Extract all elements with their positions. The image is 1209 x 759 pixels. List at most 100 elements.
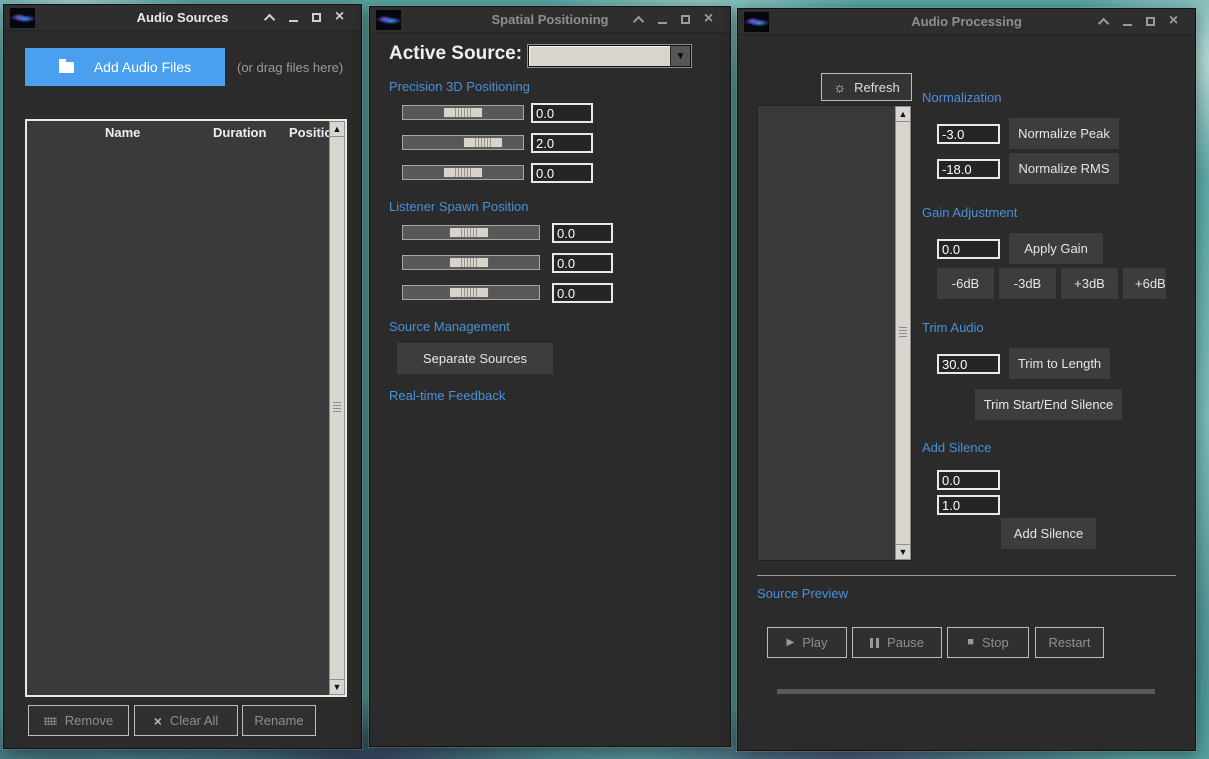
close-button[interactable]: × [328,8,351,28]
listener-x-slider[interactable] [402,225,540,240]
list-scrollbar[interactable]: ▲ ▼ [895,106,911,560]
gain-plus-3db-button[interactable]: +3dB [1061,268,1118,299]
refresh-button[interactable]: ☼ Refresh [821,73,912,101]
add-audio-files-button[interactable]: Add Audio Files [25,48,225,86]
precision-y-entry[interactable] [531,133,593,153]
minimize-button[interactable] [1116,12,1139,32]
restart-button[interactable]: Restart [1035,627,1104,658]
maximize-button[interactable] [674,10,697,30]
preview-progress-bar[interactable] [777,689,1155,694]
trim-to-length-button[interactable]: Trim to Length [1009,348,1110,379]
scrollbar-thumb[interactable] [895,122,911,544]
source-preview-label: Source Preview [757,586,848,601]
scroll-down-button[interactable]: ▼ [329,679,345,695]
normalize-peak-button[interactable]: Normalize Peak [1009,118,1119,149]
refresh-icon: ☼ [833,80,846,94]
slider-handle[interactable] [463,137,503,148]
apply-gain-button[interactable]: Apply Gain [1009,233,1103,264]
trim-audio-label: Trim Audio [922,320,984,335]
waveform-window-icon [10,8,35,28]
trim-length-entry[interactable] [937,354,1000,374]
normalize-rms-button[interactable]: Normalize RMS [1009,153,1119,184]
clear-all-button[interactable]: × Clear All [134,705,238,736]
normalization-label: Normalization [922,90,1001,105]
precision-x-slider[interactable] [402,105,524,120]
play-icon: ▶ [787,637,795,648]
close-button[interactable]: × [1162,12,1185,32]
remove-button[interactable]: Remove [28,705,129,736]
close-icon: × [704,11,713,27]
scrollbar-thumb[interactable] [329,137,345,679]
refresh-label: Refresh [854,80,900,95]
drag-hint: (or drag files here) [237,60,343,75]
scroll-up-icon: ▲ [899,110,908,119]
shade-button[interactable] [259,8,282,28]
spatial-titlebar[interactable]: Spatial Positioning × [370,7,730,33]
column-header-name[interactable]: Name [105,125,140,140]
add-silence-button[interactable]: Add Silence [1001,518,1096,549]
trim-silence-button[interactable]: Trim Start/End Silence [975,389,1122,420]
processing-titlebar[interactable]: Audio Processing × [738,9,1195,35]
scroll-up-button[interactable]: ▲ [895,106,911,122]
listener-z-slider[interactable] [402,285,540,300]
waveform-window-icon [376,10,401,30]
gain-plus-6db-button[interactable]: +6dB [1123,268,1166,299]
active-source-label: Active Source: [389,43,522,65]
column-header-duration[interactable]: Duration [213,125,266,140]
rename-button[interactable]: Rename [242,705,316,736]
slider-handle[interactable] [443,167,483,178]
scroll-up-button[interactable]: ▲ [329,121,345,137]
listener-y-entry[interactable] [552,253,613,273]
pause-button[interactable]: Pause [852,627,942,658]
audio-sources-window: Audio Sources × Add Audio Files (or drag… [3,4,362,749]
pause-icon [870,638,873,648]
minimize-button[interactable] [282,8,305,28]
listener-x-entry[interactable] [552,223,613,243]
desktop: { "icons": { "close": "×", "refresh": "☼… [0,0,1209,759]
gain-minus-6db-button[interactable]: -6dB [937,268,994,299]
separate-sources-button[interactable]: Separate Sources [397,343,553,374]
active-source-value[interactable] [529,46,670,66]
silence-duration-entry[interactable] [937,495,1000,515]
gain-minus-3db-button[interactable]: -3dB [999,268,1056,299]
scroll-down-button[interactable]: ▼ [895,544,911,560]
close-button[interactable]: × [697,10,720,30]
active-source-dropdown[interactable]: ▼ [528,45,691,67]
rms-db-entry[interactable] [937,159,1000,179]
stop-button[interactable]: ■ Stop [947,627,1029,658]
dropdown-button[interactable]: ▼ [670,46,690,66]
listener-z-entry[interactable] [552,283,613,303]
scrollbar-grip [899,327,907,338]
precision-x-entry[interactable] [531,103,593,123]
audio-sources-titlebar[interactable]: Audio Sources × [4,5,361,31]
scroll-up-icon: ▲ [333,125,342,134]
slider-handle[interactable] [449,287,489,298]
stop-icon: ■ [967,637,974,648]
precision-z-entry[interactable] [531,163,593,183]
minimize-button[interactable] [651,10,674,30]
processing-source-list[interactable]: ▲ ▼ [757,105,912,561]
remove-label: Remove [65,713,113,728]
listener-y-slider[interactable] [402,255,540,270]
shade-button[interactable] [1093,12,1116,32]
peak-db-entry[interactable] [937,124,1000,144]
slider-handle[interactable] [449,227,489,238]
gain-db-entry[interactable] [937,239,1000,259]
precision-y-slider[interactable] [402,135,524,150]
slider-handle[interactable] [443,107,483,118]
slider-handle[interactable] [449,257,489,268]
maximize-button[interactable] [305,8,328,28]
minimize-icon [658,22,667,24]
shade-button[interactable] [628,10,651,30]
section-divider [757,575,1176,576]
silence-position-entry[interactable] [937,470,1000,490]
maximize-button[interactable] [1139,12,1162,32]
list-scrollbar[interactable]: ▲ ▼ [329,121,345,695]
scroll-down-icon: ▼ [899,548,908,557]
play-button[interactable]: ▶ Play [767,627,847,658]
gain-adjustment-label: Gain Adjustment [922,205,1017,220]
close-icon: × [335,9,344,25]
audio-sources-list[interactable]: Name Duration Position ▲ ▼ [25,119,347,697]
precision-z-slider[interactable] [402,165,524,180]
waveform-window-icon [744,12,769,32]
